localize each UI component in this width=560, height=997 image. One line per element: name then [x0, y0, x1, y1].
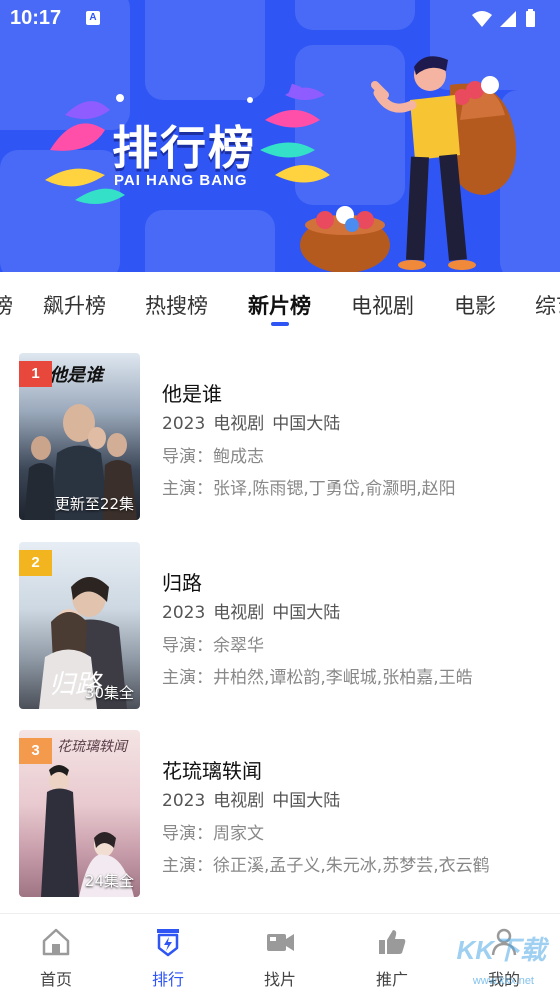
thumbs-up-icon [379, 930, 406, 954]
item-year: 2023 [162, 603, 206, 623]
item-region: 中国大陆 [272, 414, 341, 434]
list-item[interactable]: 花琉璃轶闻 3 24集全 花琉璃轶闻 2023 电视剧 中国大陆 导演：周家文 主演… [0, 730, 560, 900]
video-camera-icon [267, 934, 294, 951]
tab-new-releases[interactable]: 新片榜 [248, 290, 311, 320]
home-icon [42, 928, 70, 956]
battery-icon [526, 11, 535, 27]
item-meta: 2023 电视剧 中国大陆 [162, 786, 348, 811]
banner-subtitle: PAI HANG BANG [114, 172, 248, 189]
item-director: 导演：鲍成志 [162, 447, 264, 467]
ranking-icon [157, 929, 179, 957]
item-region: 中国大陆 [272, 791, 341, 811]
rank-badge: 3 [19, 738, 52, 764]
item-year: 2023 [162, 791, 206, 811]
item-title[interactable]: 花琉璃轶闻 [162, 755, 262, 784]
wifi-icon [472, 11, 492, 27]
notification-letter: A [89, 12, 97, 23]
item-meta: 2023 电视剧 中国大陆 [162, 598, 348, 623]
category-tabs: 榜 飙升榜 热搜榜 新片榜 电视剧 电影 综艺 [0, 272, 560, 334]
notification-icon: A [86, 11, 100, 25]
ranking-banner: 排行榜 PAI HANG BANG 10:17 A [0, 0, 560, 272]
rank-badge: 1 [19, 361, 52, 387]
tab-partial-left[interactable]: 榜 [0, 290, 13, 320]
item-cast: 主演：徐正溪,孟子义,朱元冰,苏梦芸,衣云鹤 [162, 856, 490, 876]
nav-promote[interactable]: 推广 [336, 914, 448, 997]
signal-icon [500, 11, 516, 27]
status-time: 10:17 [10, 7, 62, 29]
poster-title-art: 他是谁 [49, 365, 103, 386]
watermark-text: KK下载 [456, 935, 546, 965]
poster-image[interactable]: 花琉璃轶闻 3 24集全 [19, 730, 140, 897]
nav-label: 找片 [263, 970, 296, 989]
item-genre: 电视剧 [213, 791, 265, 811]
tab-rising[interactable]: 飙升榜 [43, 290, 106, 320]
app-root: 排行榜 PAI HANG BANG 10:17 A 榜 飙升榜 热搜榜 新片榜 … [0, 0, 560, 997]
site-watermark: KK下载 www.kkx.net [434, 923, 554, 993]
item-genre: 电视剧 [213, 603, 265, 623]
banner-illustration [300, 56, 517, 272]
list-item[interactable]: 他是谁 1 更新至22集 他是谁 2023 电视剧 中国大陆 导演：鲍成志 主演：张… [0, 353, 560, 523]
rank-badge: 2 [19, 550, 52, 576]
nav-label: 推广 [375, 970, 408, 989]
episode-label: 24集全 [84, 872, 134, 890]
active-tab-indicator [271, 322, 289, 326]
tab-tv-series[interactable]: 电视剧 [351, 290, 414, 320]
watermark-url: www.kkx.net [472, 975, 534, 987]
poster-title-art: 花琉璃轶闻 [57, 739, 127, 755]
nav-label: 排行 [151, 970, 184, 989]
tab-variety[interactable]: 综艺 [535, 290, 560, 320]
nav-label: 首页 [39, 970, 72, 989]
list-item[interactable]: 归路 2 30集全 归路 2023 电视剧 中国大陆 导演：余翠华 主演：井柏然,谭… [0, 542, 560, 712]
tab-hot-search[interactable]: 热搜榜 [145, 290, 208, 320]
item-genre: 电视剧 [213, 414, 265, 434]
poster-image[interactable]: 归路 2 30集全 [19, 542, 140, 709]
episode-label: 30集全 [84, 684, 134, 702]
nav-ranking[interactable]: 排行 [112, 914, 224, 997]
banner-title: 排行榜 [112, 121, 256, 175]
item-title[interactable]: 他是谁 [162, 378, 222, 407]
item-region: 中国大陆 [272, 603, 341, 623]
bottom-navigation: 首页 排行 找片 推广 我的 KK下载 www.kkx.net [0, 913, 560, 997]
tab-movies[interactable]: 电影 [454, 290, 496, 320]
status-bar: 10:17 A [0, 0, 560, 38]
item-title[interactable]: 归路 [162, 567, 202, 596]
item-director: 导演：余翠华 [162, 636, 264, 656]
status-icons [472, 9, 535, 27]
item-cast: 主演：张译,陈雨锶,丁勇岱,俞灏明,赵阳 [162, 479, 456, 499]
item-director: 导演：周家文 [162, 824, 264, 844]
episode-label: 更新至22集 [54, 495, 134, 513]
banner-bg-tile [145, 210, 275, 272]
poster-image[interactable]: 他是谁 1 更新至22集 [19, 353, 140, 520]
nav-home[interactable]: 首页 [0, 914, 112, 997]
item-meta: 2023 电视剧 中国大陆 [162, 409, 348, 434]
item-cast: 主演：井柏然,谭松韵,李岷城,张柏嘉,王皓 [162, 668, 473, 688]
nav-find[interactable]: 找片 [224, 914, 336, 997]
item-year: 2023 [162, 414, 206, 434]
